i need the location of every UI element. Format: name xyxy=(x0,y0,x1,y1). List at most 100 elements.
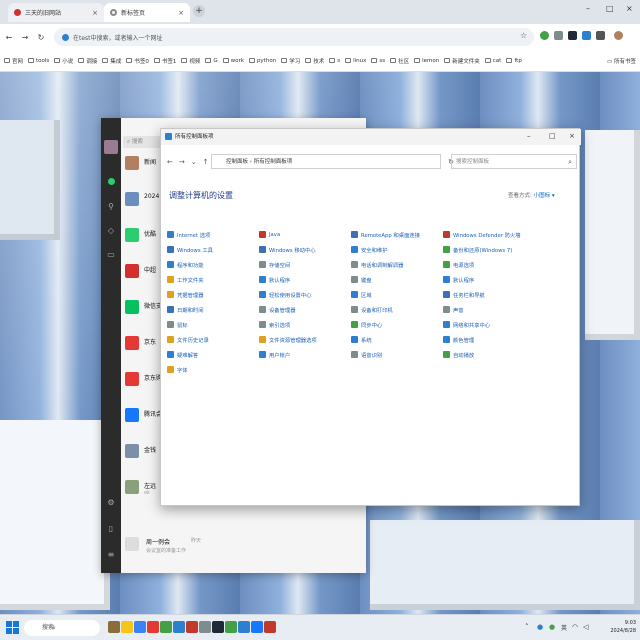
close-icon[interactable]: × xyxy=(178,9,184,17)
extension-icon[interactable] xyxy=(554,31,563,40)
control-panel-item[interactable]: 备份和还原(Windows 7) xyxy=(443,244,535,256)
taskbar-app-icon[interactable] xyxy=(212,621,224,633)
control-panel-item[interactable]: 系统 xyxy=(351,334,443,346)
avatar[interactable] xyxy=(104,140,118,154)
control-panel-item[interactable]: 电话和调制解调器 xyxy=(351,259,443,271)
bookmark-item[interactable]: ss xyxy=(371,58,385,64)
control-panel-item[interactable]: 工作文件夹 xyxy=(167,274,259,286)
bookmark-item[interactable]: 小说 xyxy=(54,57,73,65)
control-panel-item[interactable]: 疑难解答 xyxy=(167,349,259,361)
control-panel-item[interactable]: 索引选项 xyxy=(259,319,351,331)
taskbar-search-input[interactable]: ⌕ 搜索 xyxy=(24,620,100,636)
bookmark-item[interactable]: 书签1 xyxy=(153,57,176,65)
control-panel-item[interactable]: 存储空间 xyxy=(259,259,351,271)
up-icon[interactable]: ↑ xyxy=(203,158,209,166)
taskbar-app-icon[interactable] xyxy=(251,621,263,633)
contacts-icon[interactable]: ⚲ xyxy=(106,202,116,212)
tray-app-icon[interactable]: ● xyxy=(549,623,555,631)
bookmark-item[interactable]: tools xyxy=(28,58,49,64)
close-window-button[interactable]: × xyxy=(569,132,575,140)
control-panel-item[interactable]: 轻松使用设置中心 xyxy=(259,289,351,301)
forward-icon[interactable]: → xyxy=(179,158,185,166)
bookmark-item[interactable]: 社区 xyxy=(390,57,409,65)
forward-icon[interactable]: → xyxy=(18,33,32,42)
control-panel-item[interactable]: 语音识别 xyxy=(351,349,443,361)
control-panel-item[interactable]: Java xyxy=(259,229,351,241)
tray-app-icon[interactable]: ● xyxy=(537,623,543,631)
bookmark-item[interactable]: 视频 xyxy=(181,57,200,65)
bookmark-item[interactable]: s xyxy=(329,58,340,64)
view-by-selector[interactable]: 查看方式: 小图标 ▾ xyxy=(508,191,555,199)
control-panel-item[interactable]: 声音 xyxy=(443,304,535,316)
control-panel-item[interactable]: Windows 工具 xyxy=(167,244,259,256)
bookmark-item[interactable]: linux xyxy=(345,58,366,64)
taskbar-app-icon[interactable] xyxy=(147,621,159,633)
start-button[interactable] xyxy=(6,621,20,635)
taskbar-app-icon[interactable] xyxy=(134,621,146,633)
settings-icon[interactable]: ⚙ xyxy=(106,498,116,508)
wifi-icon[interactable]: ◠ xyxy=(572,623,578,631)
bookmark-star-icon[interactable]: ☆ xyxy=(520,31,527,40)
back-icon[interactable]: ← xyxy=(167,158,173,166)
control-panel-item[interactable]: 键盘 xyxy=(351,274,443,286)
bookmark-item[interactable]: 集成 xyxy=(102,57,121,65)
tab-1[interactable]: 三天的旧网站 × xyxy=(8,3,104,22)
control-panel-item[interactable]: 区域 xyxy=(351,289,443,301)
chevron-down-icon[interactable]: ⌄ xyxy=(191,158,197,166)
maximize-button[interactable]: □ xyxy=(606,4,614,13)
menu-icon[interactable]: ≡ xyxy=(106,550,116,560)
taskbar-app-icon[interactable] xyxy=(225,621,237,633)
bookmark-item[interactable]: lemon xyxy=(414,58,439,64)
ime-indicator[interactable]: 英 xyxy=(561,623,567,632)
close-icon[interactable]: × xyxy=(92,9,98,17)
search-input[interactable]: 搜索控制面板 ⌕ xyxy=(451,154,577,169)
control-panel-item[interactable]: 文件历史记录 xyxy=(167,334,259,346)
control-panel-item[interactable]: 默认程序 xyxy=(259,274,351,286)
taskbar-app-icon[interactable] xyxy=(238,621,250,633)
bookmark-item[interactable]: 官网 xyxy=(4,57,23,65)
address-bar[interactable]: 在test中搜索，或者输入一个网址 xyxy=(54,28,534,46)
new-tab-button[interactable]: + xyxy=(193,5,205,17)
clock[interactable]: 9:03 2024/8/28 xyxy=(610,619,636,635)
control-panel-item[interactable]: 文件资源管理器选项 xyxy=(259,334,351,346)
extension-icon[interactable] xyxy=(540,31,549,40)
control-panel-item[interactable]: 安全和维护 xyxy=(351,244,443,256)
avatar[interactable] xyxy=(614,31,623,40)
extension-icon[interactable] xyxy=(568,31,577,40)
control-panel-item[interactable]: 默认程序 xyxy=(443,274,535,286)
bookmark-item[interactable]: python xyxy=(248,58,276,64)
bookmark-item[interactable]: 学习 xyxy=(281,57,300,65)
taskbar-app-icon[interactable] xyxy=(173,621,185,633)
control-panel-item[interactable]: 自动播放 xyxy=(443,349,535,361)
minimize-button[interactable]: – xyxy=(527,132,531,140)
bookmark-item[interactable]: G xyxy=(205,58,218,64)
control-panel-item[interactable]: 日期和时间 xyxy=(167,304,259,316)
taskbar-app-icon[interactable] xyxy=(199,621,211,633)
bookmark-item[interactable]: ftp xyxy=(506,58,522,64)
phone-icon[interactable]: ▯ xyxy=(106,524,116,534)
bookmark-item[interactable]: 技术 xyxy=(305,57,324,65)
bookmark-item[interactable]: cat xyxy=(484,58,501,64)
control-panel-item[interactable]: 任务栏和导航 xyxy=(443,289,535,301)
control-panel-item[interactable]: Internet 选项 xyxy=(167,229,259,241)
view-value[interactable]: 小图标 ▾ xyxy=(534,193,555,199)
taskbar-app-icon[interactable] xyxy=(264,621,276,633)
control-panel-item[interactable]: RemoteApp 和桌面连接 xyxy=(351,229,443,241)
taskbar-app-icon[interactable] xyxy=(121,621,133,633)
taskbar-app-icon[interactable] xyxy=(186,621,198,633)
close-window-button[interactable]: × xyxy=(626,4,633,13)
address-bar[interactable]: 控制面板 › 所有控制面板项 ↻ xyxy=(211,154,454,169)
taskbar-app-icon[interactable] xyxy=(108,621,120,633)
reload-icon[interactable]: ↻ xyxy=(34,33,48,42)
control-panel-item[interactable]: 程序和功能 xyxy=(167,259,259,271)
minimize-button[interactable]: – xyxy=(586,4,590,13)
control-panel-item[interactable]: 鼠标 xyxy=(167,319,259,331)
maximize-button[interactable]: □ xyxy=(549,132,556,140)
control-panel-item[interactable]: 设备管理器 xyxy=(259,304,351,316)
control-panel-item[interactable]: 字体 xyxy=(167,364,259,376)
control-panel-item[interactable]: Windows 移动中心 xyxy=(259,244,351,256)
tab-2[interactable]: 新标签页 × xyxy=(104,3,190,22)
control-panel-item[interactable]: 同步中心 xyxy=(351,319,443,331)
control-panel-item[interactable]: Windows Defender 防火墙 xyxy=(443,229,535,241)
chevron-up-icon[interactable]: ˄ xyxy=(525,623,529,631)
